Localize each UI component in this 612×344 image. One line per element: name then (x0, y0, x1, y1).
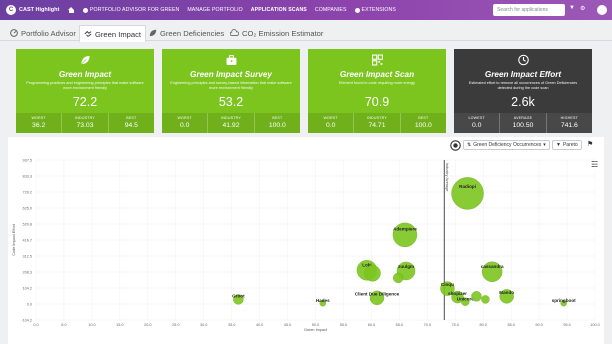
x-tick-label: 5.0 (61, 323, 66, 327)
y-tick-label: 312.5 (22, 254, 32, 258)
data-bubble (471, 291, 482, 302)
x-tick-label: 50.0 (312, 323, 319, 327)
bubble-label: Hades (316, 298, 330, 303)
bubble-label: zuulgm (398, 264, 414, 269)
bubble-label: cassandra (481, 264, 504, 269)
data-bubble (393, 272, 404, 284)
bubble-label: Radiopi (459, 184, 476, 189)
x-tick-label: 100.0 (590, 323, 600, 327)
x-tick-label: 85.0 (507, 323, 514, 327)
bubble-label: Client Due Diligence (355, 291, 400, 296)
bubble-label: Cinqu (441, 282, 454, 287)
x-tick-label: 55.0 (340, 323, 347, 327)
industry-average-label: Industry Average (445, 163, 449, 191)
data-bubble (451, 177, 484, 210)
x-tick-label: 80.0 (480, 323, 487, 327)
y-tick-label: 833.3 (22, 174, 32, 178)
x-tick-label: 60.0 (368, 323, 375, 327)
y-tick-label: 625.0 (22, 206, 32, 210)
y-tick-label: 937.5 (22, 158, 32, 162)
x-tick-label: 65.0 (396, 323, 403, 327)
y-tick-label: 104.2 (22, 286, 32, 290)
x-tick-label: 0.0 (33, 323, 38, 327)
bubble-label: springboot (552, 298, 576, 303)
bubble-label: Mando (499, 290, 514, 295)
x-tick-label: 35.0 (228, 323, 235, 327)
y-tick-label: 520.8 (22, 222, 32, 226)
x-tick-label: 75.0 (452, 323, 459, 327)
bubble-label: Adempiere (393, 227, 417, 232)
x-tick-label: 70.0 (424, 323, 431, 327)
x-tick-label: 95.0 (563, 323, 570, 327)
x-tick-label: 90.0 (535, 323, 542, 327)
y-tick-label: 208.3 (22, 270, 32, 274)
data-bubble (364, 265, 381, 282)
y-tick-label: 0.0 (27, 302, 32, 306)
bubble-chart: 937.5 833.3 729.2 625.0 520.8 416.7 312.5 208.3… (12, 158, 600, 332)
y-tick-label: 729.2 (22, 190, 32, 194)
x-tick-label: 45.0 (284, 323, 291, 327)
bubble-label: shopizer (448, 291, 467, 296)
y-tick-label: -104.2 (21, 318, 32, 322)
bubble-label: Groot (232, 294, 245, 299)
x-tick-label: 25.0 (172, 323, 179, 327)
x-tick-label: 20.0 (144, 323, 151, 327)
y-tick-label: 416.7 (22, 238, 32, 242)
y-axis-label: Code Impact Effort (12, 223, 16, 256)
x-axis-label: Green Impact (304, 328, 328, 332)
data-bubble (481, 295, 490, 304)
x-tick-label: 10.0 (88, 323, 95, 327)
x-tick-label: 30.0 (200, 323, 207, 327)
x-tick-label: 40.0 (256, 323, 263, 327)
x-tick-label: 15.0 (116, 323, 123, 327)
